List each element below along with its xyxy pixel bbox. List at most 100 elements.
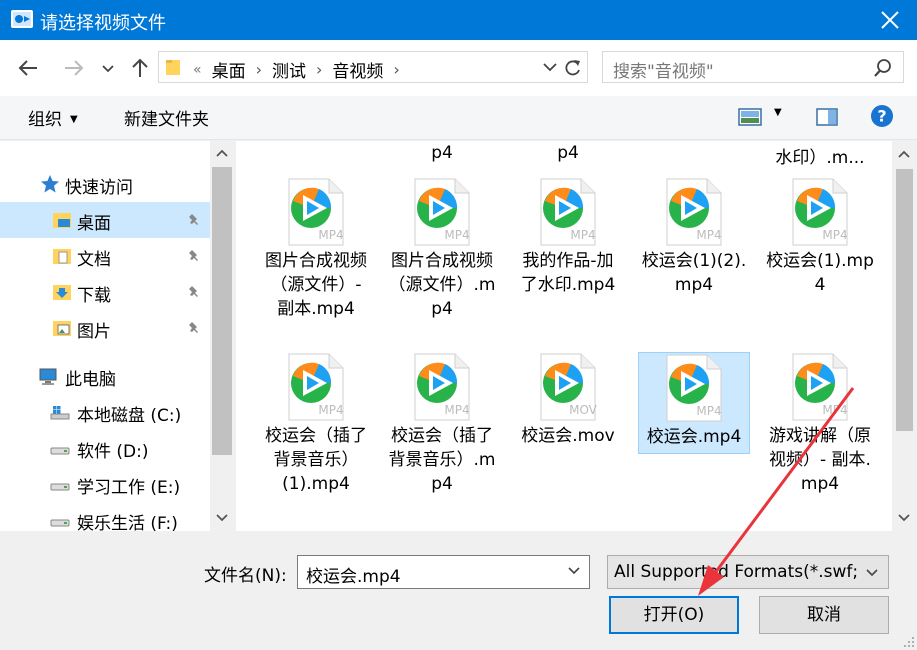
file-item[interactable]: MP4 图片合成视频（源文件）.mp4 xyxy=(386,177,498,325)
drive-icon xyxy=(50,447,70,455)
svg-text:MP4: MP4 xyxy=(696,404,721,418)
search-icon[interactable] xyxy=(873,58,893,78)
cancel-button[interactable]: 取消 xyxy=(759,596,889,634)
file-item[interactable]: MP4 我的作品-加了水印.mp4 xyxy=(512,177,624,301)
drive-icon xyxy=(50,483,70,491)
open-button[interactable]: 打开(O) xyxy=(609,596,739,634)
pin-icon[interactable] xyxy=(186,248,202,264)
breadcrumb-separator-icon[interactable]: › xyxy=(393,60,399,79)
file-type-dropdown-icon[interactable] xyxy=(862,562,882,582)
nav-label: 桌面 xyxy=(77,214,111,234)
downloads-folder-icon xyxy=(53,285,71,300)
nav-label: 文档 xyxy=(77,250,111,270)
close-icon[interactable] xyxy=(877,7,903,33)
file-name: 校运会（插了背景音乐）.mp4 xyxy=(388,426,496,494)
breadcrumb-item[interactable]: 测试 xyxy=(272,57,306,82)
breadcrumb-separator-icon[interactable]: › xyxy=(316,60,322,79)
nav-label: 下载 xyxy=(77,286,111,306)
preview-pane-icon[interactable] xyxy=(816,107,838,127)
nav-drive-e[interactable]: 学习工作 (E:) xyxy=(0,466,212,502)
nav-label: 本地磁盘 (C:) xyxy=(77,406,182,426)
navigation-pane: 快速访问 桌面 文档 下载 图片 此电脑 本地磁盘 (C:) 软件 (D:) 学… xyxy=(0,141,212,531)
pin-icon[interactable] xyxy=(186,212,202,228)
filename-value[interactable]: 校运会.mp4 xyxy=(306,567,401,587)
file-item[interactable]: MP4 图片合成视频（源文件）- 副本.mp4 xyxy=(260,177,372,325)
video-file-icon: MP4 xyxy=(411,177,473,247)
file-item[interactable]: MP4 校运会(1).mp4 xyxy=(764,177,876,301)
file-item[interactable]: MP4 校运会（插了背景音乐）(1).mp4 xyxy=(260,352,372,500)
search-placeholder[interactable]: 搜索"音视频" xyxy=(613,57,714,82)
recent-locations-chevron-icon[interactable] xyxy=(100,56,116,80)
back-arrow-icon[interactable] xyxy=(16,56,40,80)
file-item[interactable]: MOV 校运会.mov xyxy=(512,352,624,452)
file-type-value[interactable]: All Supported Formats(*.swf; xyxy=(614,562,858,582)
file-item[interactable]: MP4 校运会（插了背景音乐）.mp4 xyxy=(386,352,498,500)
file-item[interactable]: MP4 游戏讲解（原视频）- 副本.mp4 xyxy=(764,352,876,500)
scroll-down-icon[interactable] xyxy=(898,513,910,523)
nav-drive-d[interactable]: 软件 (D:) xyxy=(0,430,212,466)
scrollbar-thumb[interactable] xyxy=(896,169,913,431)
window-title: 请选择视频文件 xyxy=(40,13,166,34)
file-name-partial[interactable]: p4 xyxy=(512,143,624,163)
nav-item-desktop[interactable]: 桌面 xyxy=(0,202,212,238)
navigation-bar: « 桌面 › 测试 › 音视频 › 搜索"音视频" xyxy=(0,40,917,96)
organize-menu-button[interactable]: 组织 ▼ xyxy=(28,105,78,130)
file-name: 图片合成视频（源文件）- 副本.mp4 xyxy=(265,251,367,319)
nav-this-pc[interactable]: 此电脑 xyxy=(0,358,212,394)
title-bar: 请选择视频文件 xyxy=(0,0,917,40)
file-list[interactable]: p4 p4 水印）.m... MP4 图片合成视频（源文件）- 副本.mp4 MP4… xyxy=(236,141,892,531)
file-name: 校运会(1).mp4 xyxy=(766,251,874,295)
file-list-scrollbar[interactable] xyxy=(892,141,917,531)
video-file-icon: MP4 xyxy=(789,177,851,247)
video-file-icon: MP4 xyxy=(285,177,347,247)
nav-quick-access[interactable]: 快速访问 xyxy=(0,166,212,202)
new-folder-button[interactable]: 新建文件夹 xyxy=(124,105,209,130)
up-arrow-icon[interactable] xyxy=(128,56,152,80)
breadcrumb-separator-icon[interactable]: › xyxy=(256,60,262,79)
scrollbar-thumb[interactable] xyxy=(212,167,232,455)
change-view-icon[interactable] xyxy=(738,108,762,126)
pictures-folder-icon xyxy=(53,321,71,336)
svg-text:MP4: MP4 xyxy=(570,228,595,242)
resize-grip-icon[interactable] xyxy=(903,636,915,648)
nav-item-downloads[interactable]: 下载 xyxy=(0,274,212,310)
nav-item-documents[interactable]: 文档 xyxy=(0,238,212,274)
computer-icon xyxy=(39,368,57,385)
svg-text:MP4: MP4 xyxy=(696,228,721,242)
overflow-chevron[interactable]: « xyxy=(193,62,202,78)
nav-drive-c[interactable]: 本地磁盘 (C:) xyxy=(0,394,212,430)
documents-folder-icon xyxy=(53,249,71,264)
nav-pane-scrollbar[interactable] xyxy=(210,141,234,531)
help-icon[interactable]: ? xyxy=(870,104,894,128)
file-type-select[interactable]: All Supported Formats(*.swf; xyxy=(607,555,889,589)
address-bar[interactable]: « 桌面 › 测试 › 音视频 › xyxy=(158,51,588,83)
address-dropdown-icon[interactable] xyxy=(541,58,559,76)
file-item[interactable]: MP4 校运会(1)(2).mp4 xyxy=(638,177,750,301)
file-name-partial[interactable]: 水印）.m... xyxy=(764,143,876,168)
pin-icon[interactable] xyxy=(186,320,202,336)
refresh-icon[interactable] xyxy=(563,58,583,78)
folder-icon xyxy=(166,60,180,75)
organize-label: 组织 xyxy=(28,110,62,130)
nav-item-pictures[interactable]: 图片 xyxy=(0,310,212,346)
video-file-icon: MP4 xyxy=(789,352,851,422)
drive-icon xyxy=(50,519,70,527)
pin-icon[interactable] xyxy=(186,284,202,300)
filename-dropdown-icon[interactable] xyxy=(567,563,581,577)
search-box[interactable]: 搜索"音视频" xyxy=(602,51,904,83)
filename-label: 文件名(N): xyxy=(204,566,287,586)
filename-input[interactable]: 校运会.mp4 xyxy=(297,555,590,589)
file-item[interactable]: MP4 校运会.mp4 xyxy=(638,352,750,454)
scroll-up-icon[interactable] xyxy=(898,149,910,159)
scroll-down-icon[interactable] xyxy=(216,513,228,523)
nav-label: 软件 (D:) xyxy=(77,442,149,462)
windows-drive-icon xyxy=(50,406,70,420)
app-icon xyxy=(11,10,33,28)
scroll-up-icon[interactable] xyxy=(216,148,228,158)
nav-drive-f[interactable]: 娱乐生活 (F:) xyxy=(0,502,212,531)
file-name-partial[interactable]: p4 xyxy=(386,143,498,163)
forward-arrow-icon[interactable] xyxy=(62,56,86,80)
breadcrumb-item[interactable]: 音视频 xyxy=(332,57,383,82)
breadcrumb-item[interactable]: 桌面 xyxy=(212,57,246,82)
view-options-caret-icon[interactable]: ▼ xyxy=(774,107,782,118)
